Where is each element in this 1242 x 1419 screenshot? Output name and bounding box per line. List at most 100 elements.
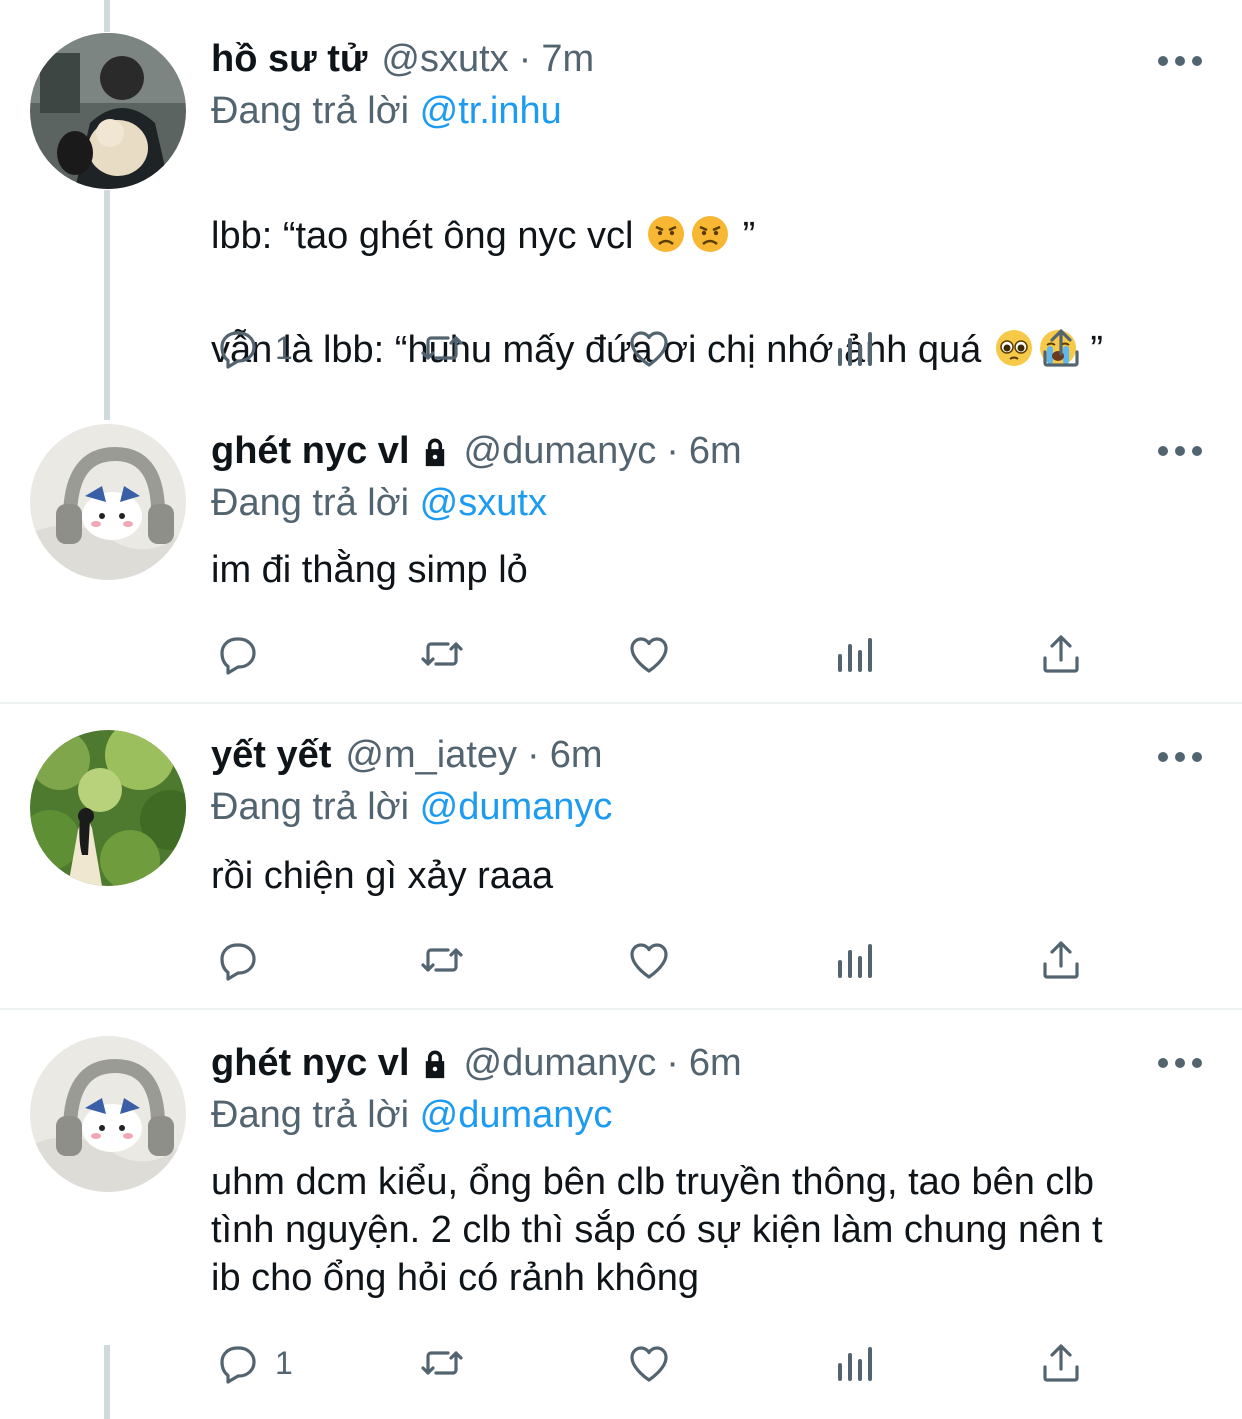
retweet-button[interactable] [418,935,466,985]
replying-to: Đang trả lời @dumanyc [211,786,612,829]
reply-icon [220,637,256,675]
display-name[interactable]: ghét nyc vl [211,1042,410,1085]
user-handle[interactable]: @dumanyc [464,1042,657,1085]
share-icon [1043,941,1079,979]
lock-icon [425,1050,444,1078]
mention-link[interactable]: @dumanyc [420,786,613,828]
angry-face-icon [692,216,729,252]
tweet[interactable]: yết yết @m_iatey · 6m Đang trả lời @duma… [0,704,1242,1008]
analytics-button[interactable] [832,1338,880,1388]
retweet-icon [421,336,463,360]
tweet-actions: 1 [0,1338,1242,1388]
display-name[interactable]: yết yết [211,734,331,777]
more-options-icon[interactable] [1158,444,1202,458]
share-icon [1043,1344,1079,1382]
retweet-button[interactable] [418,1338,466,1388]
reply-button[interactable]: 1 [213,1338,293,1388]
reply-icon [220,943,256,981]
reply-button[interactable] [213,629,275,679]
mention-link[interactable]: @sxutx [420,482,547,524]
text-run: ” [732,215,756,257]
avatar[interactable] [30,730,186,886]
like-button[interactable] [625,323,673,373]
tweet-text: uhm dcm kiểu, ổng bên clb truyền thông, … [211,1161,1103,1299]
more-options-icon[interactable] [1158,54,1202,68]
tweet-text-line: lbb: “tao ghét ông nyc vcl ” [211,212,1211,260]
retweet-icon [421,948,463,972]
avatar-image [30,424,186,580]
reply-button[interactable] [213,935,275,985]
heart-icon [630,1346,668,1382]
timestamp[interactable]: 6m [689,430,742,473]
share-icon [1043,635,1079,673]
separator-dot: · [666,1042,679,1084]
replying-to-label: Đang trả lời [211,786,420,828]
angry-face-icon [648,216,685,252]
avatar-image [30,33,186,189]
avatar-image [30,730,186,886]
separator-dot: · [527,734,540,776]
retweet-icon [421,642,463,666]
more-options-icon[interactable] [1158,1056,1202,1070]
share-icon [1043,329,1079,367]
mention-link[interactable]: @tr.inhu [420,90,562,132]
analytics-icon [838,944,872,978]
mention-link[interactable]: @dumanyc [420,1094,613,1136]
tweet-text: im đi thằng simp lỏ [211,549,528,591]
display-name[interactable]: ghét nyc vl [211,430,410,473]
separator-dot: · [666,430,679,472]
analytics-button[interactable] [832,323,880,373]
heart-icon [630,943,668,979]
like-button[interactable] [625,935,673,985]
replying-to-label: Đang trả lời [211,1094,420,1136]
avatar[interactable] [30,33,186,189]
analytics-icon [838,1347,872,1381]
more-options-icon[interactable] [1158,750,1202,764]
like-button[interactable] [625,1338,673,1388]
share-button[interactable] [1037,1338,1085,1388]
user-handle[interactable]: @dumanyc [464,430,657,473]
share-button[interactable] [1037,935,1085,985]
user-handle[interactable]: @sxutx [381,38,508,81]
analytics-button[interactable] [832,935,880,985]
analytics-icon [838,332,872,366]
tweet-header: ghét nyc vl @dumanyc · 6m [211,430,742,473]
tweet-header: yết yết @m_iatey · 6m [211,734,603,777]
tweet-actions: 1 [0,323,1242,373]
tweet[interactable]: hồ sư tử @sxutx · 7m Đang trả lời @tr.in… [0,0,1242,410]
analytics-button[interactable] [832,629,880,679]
timestamp[interactable]: 6m [550,734,603,777]
share-button[interactable] [1037,629,1085,679]
share-button[interactable] [1037,323,1085,373]
tweet[interactable]: ghét nyc vl @dumanyc · 6m Đang trả lời @… [0,410,1242,702]
tweet[interactable]: ghét nyc vl @dumanyc · 6m Đang trả lời @… [0,1010,1242,1419]
timestamp[interactable]: 7m [541,38,594,81]
text-run: lbb: “tao ghét ông nyc vcl [211,215,645,257]
display-name[interactable]: hồ sư tử [211,38,367,81]
retweet-button[interactable] [418,629,466,679]
tweet-header: hồ sư tử @sxutx · 7m [211,38,594,81]
replying-to-label: Đang trả lời [211,90,420,132]
reply-count: 1 [275,329,293,366]
separator-dot: · [518,38,532,80]
tweet-actions [0,935,1242,985]
avatar[interactable] [30,1036,186,1192]
tweet-header: ghét nyc vl @dumanyc · 6m [211,1042,742,1085]
like-button[interactable] [625,629,673,679]
reply-button[interactable]: 1 [213,323,293,373]
heart-icon [630,637,668,673]
lock-icon [425,438,444,466]
analytics-icon [838,638,872,672]
replying-to-label: Đang trả lời [211,482,420,524]
retweet-button[interactable] [418,323,466,373]
avatar-image [30,1036,186,1192]
tweet-text: rồi chiện gì xảy raaa [211,855,554,897]
replying-to: Đang trả lời @sxutx [211,482,547,525]
user-handle[interactable]: @m_iatey [345,734,517,777]
reply-icon [220,1346,256,1384]
avatar[interactable] [30,424,186,580]
tweet-text: lbb: “tao ghét ông nyc vcl ” vẫn là lbb:… [211,164,1211,422]
retweet-icon [421,1351,463,1375]
timestamp[interactable]: 6m [689,1042,742,1085]
tweet-actions [0,629,1242,679]
